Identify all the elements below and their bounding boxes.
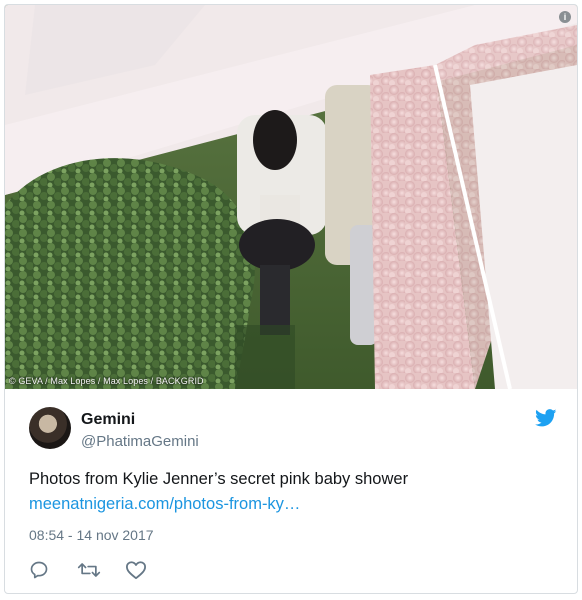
- retweet-button[interactable]: [77, 559, 107, 581]
- like-button[interactable]: [125, 559, 155, 581]
- tweet-link[interactable]: meenatnigeria.com/photos-from-ky…: [29, 495, 300, 514]
- tweet-photo[interactable]: © GEVA / Max Lopes / Max Lopes / BACKGRI…: [5, 5, 577, 389]
- tweet-card: © GEVA / Max Lopes / Max Lopes / BACKGRI…: [4, 4, 578, 594]
- tweet-actions: [29, 559, 155, 581]
- info-icon[interactable]: i: [559, 11, 571, 23]
- avatar[interactable]: [29, 407, 71, 449]
- author-handle[interactable]: @PhatimaGemini: [81, 433, 199, 450]
- reply-icon: [30, 561, 48, 579]
- tweet-text: Photos from Kylie Jenner’s secret pink b…: [29, 470, 409, 488]
- reply-button[interactable]: [29, 559, 59, 581]
- author-name[interactable]: Gemini: [81, 411, 135, 429]
- like-icon: [126, 561, 146, 580]
- retweet-icon: [77, 563, 101, 577]
- tweet-header: Gemini @PhatimaGemini: [5, 389, 577, 459]
- twitter-bird-icon[interactable]: [535, 409, 557, 427]
- photo-scene: [5, 5, 577, 389]
- photo-credit: © GEVA / Max Lopes / Max Lopes / BACKGRI…: [9, 376, 204, 386]
- tweet-timestamp[interactable]: 08:54 - 14 nov 2017: [29, 527, 154, 543]
